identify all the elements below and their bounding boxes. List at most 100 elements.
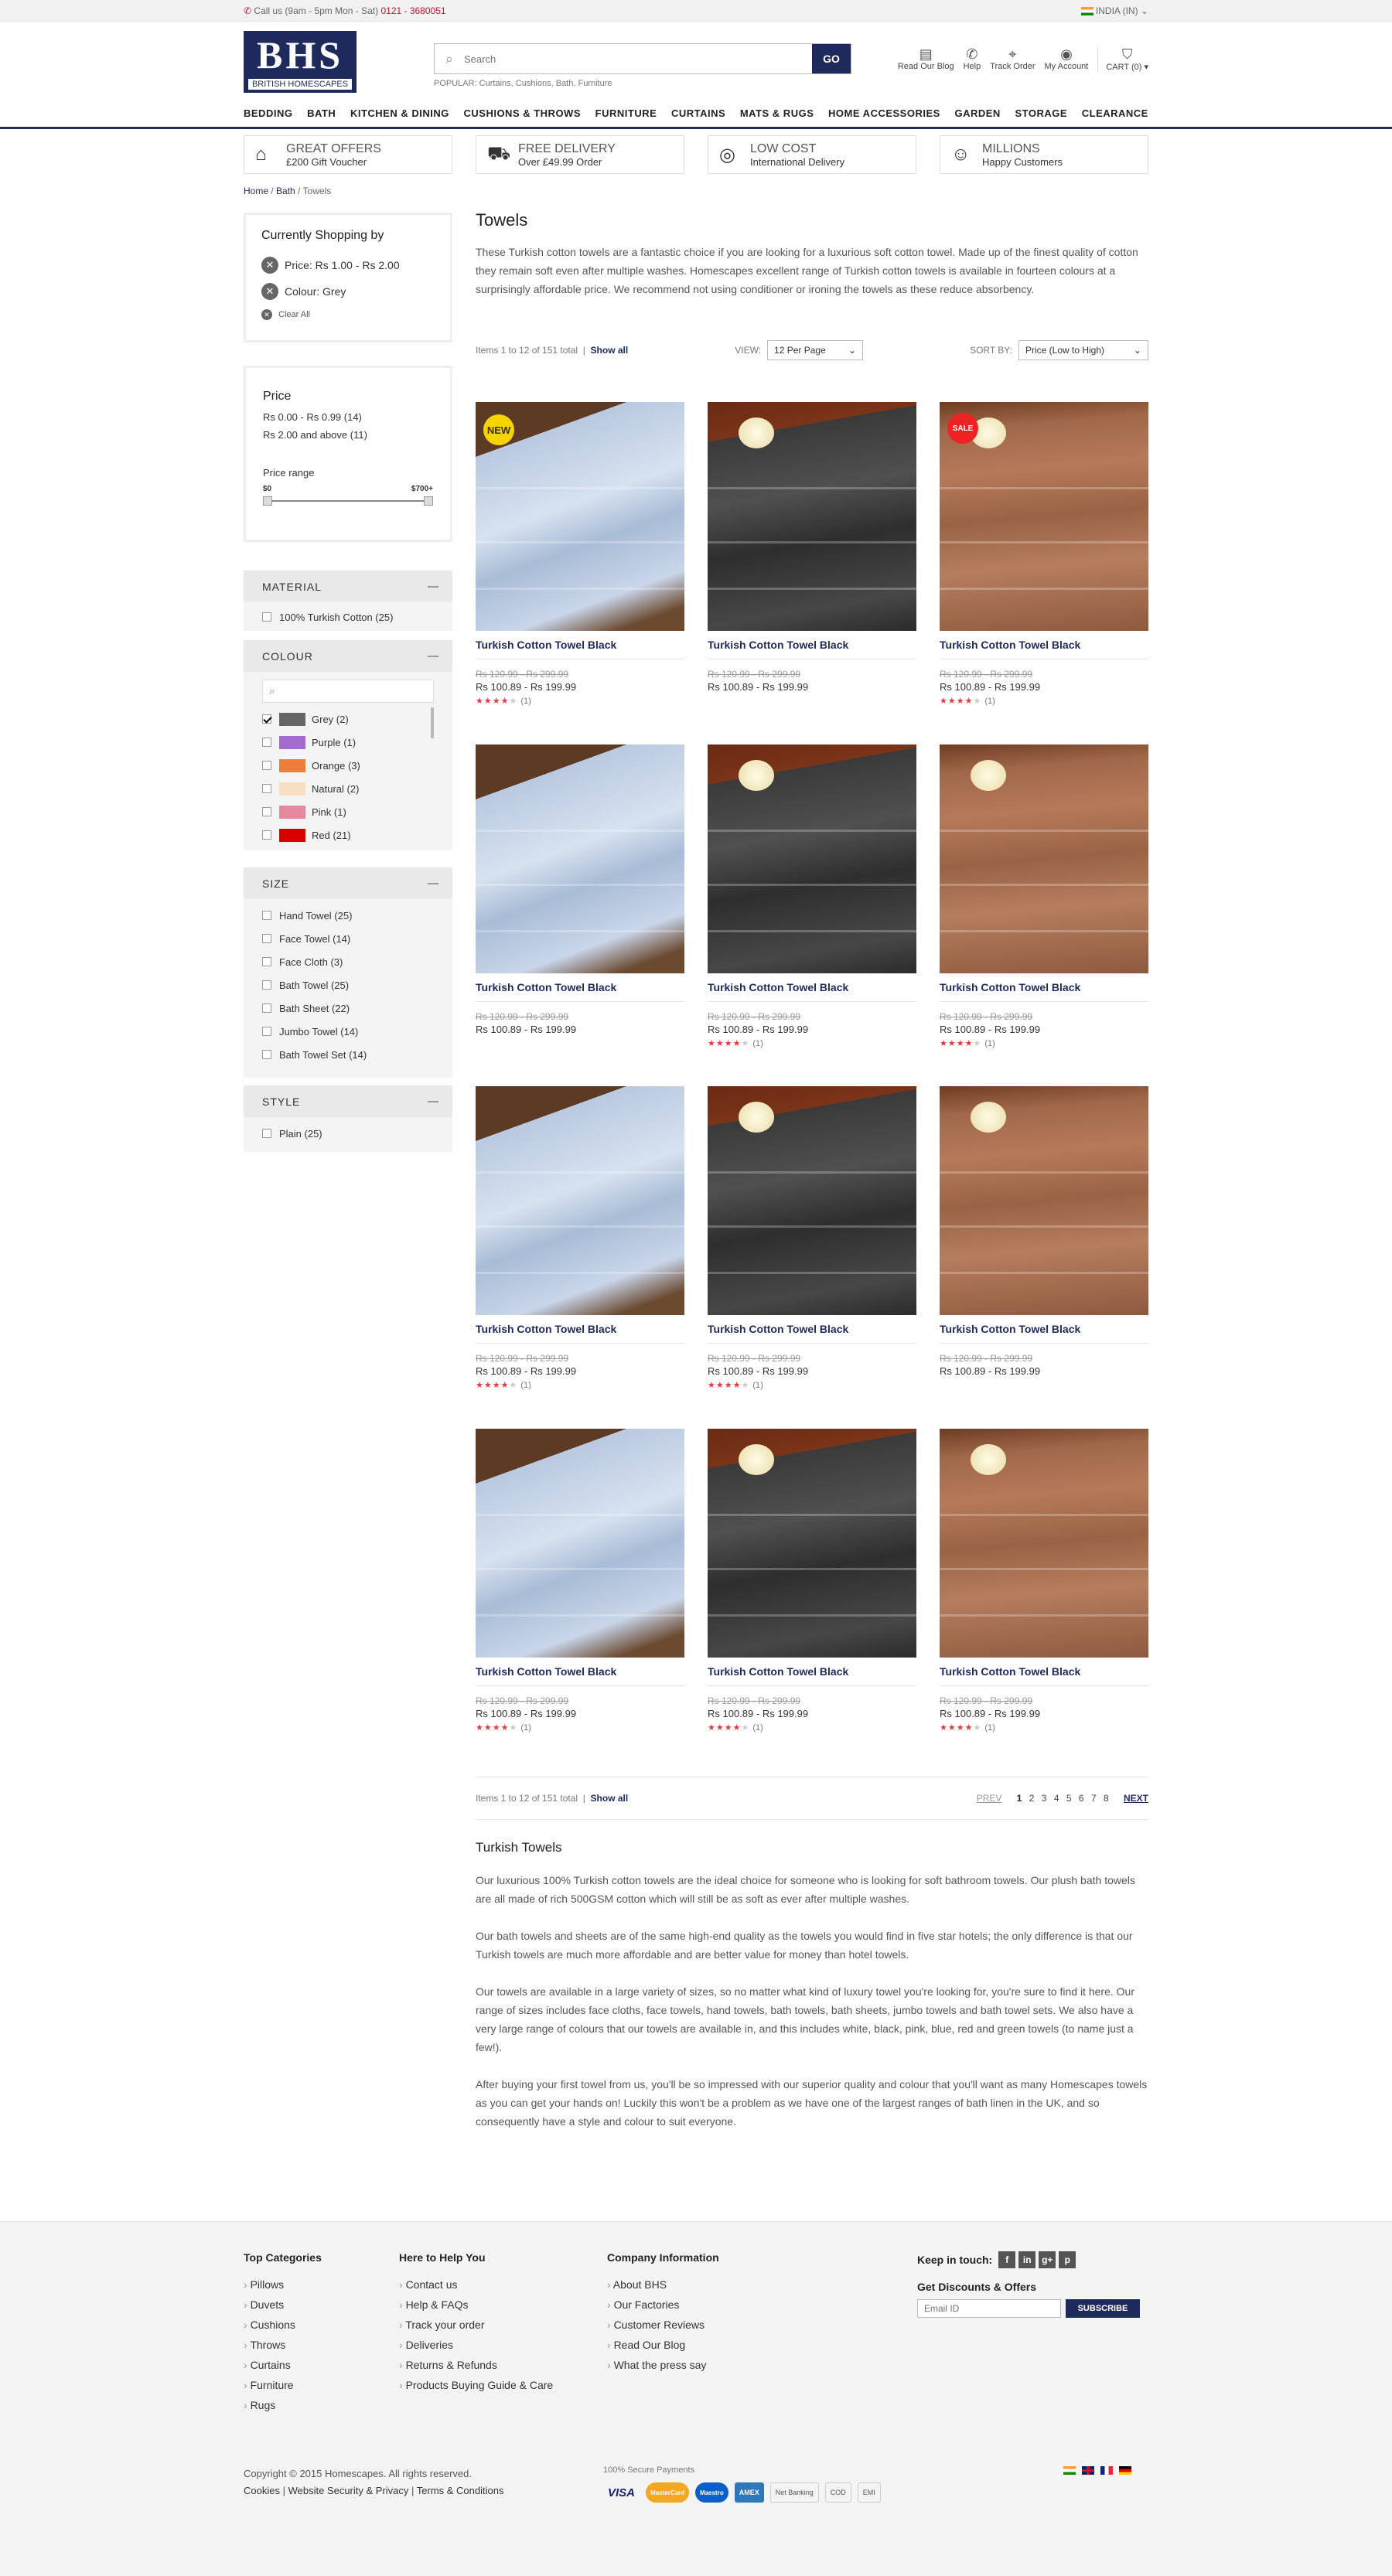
size-filter-header[interactable]: SIZE bbox=[244, 868, 452, 899]
colour-search-input[interactable]: ⌕ bbox=[262, 680, 434, 703]
cookies-link[interactable]: Cookies bbox=[244, 2485, 280, 2496]
product-card[interactable]: SALE Turkish Cotton Towel Black Rs 120.99 … bbox=[940, 402, 1148, 706]
product-card[interactable]: Turkish Cotton Towel Black Rs 120.99 - Rs… bbox=[708, 745, 916, 1048]
product-image[interactable] bbox=[476, 1429, 684, 1658]
price-option[interactable]: Rs 2.00 and above (11) bbox=[263, 429, 433, 441]
page-link[interactable]: 7 bbox=[1091, 1793, 1097, 1804]
phone-number[interactable]: 0121 - 3680051 bbox=[380, 5, 445, 16]
footer-link[interactable]: Products Buying Guide & Care bbox=[399, 2375, 554, 2395]
product-card[interactable]: Turkish Cotton Towel Black Rs 120.99 - Rs… bbox=[708, 1086, 916, 1390]
product-image[interactable] bbox=[940, 1086, 1148, 1315]
checkbox[interactable] bbox=[262, 1003, 271, 1013]
colour-option-red[interactable]: Red (21) bbox=[244, 823, 452, 847]
footer-link[interactable]: Customer Reviews bbox=[607, 2315, 719, 2335]
nav-clearance[interactable]: CLEARANCE bbox=[1082, 107, 1148, 119]
bhs-logo[interactable]: BHS BRITISH HOMESCAPES bbox=[244, 31, 357, 93]
blog-link[interactable]: ▤ Read Our Blog bbox=[898, 46, 954, 72]
checkbox[interactable] bbox=[262, 1027, 271, 1036]
footer-link[interactable]: Duvets bbox=[244, 2295, 322, 2315]
terms-link[interactable]: Terms & Conditions bbox=[417, 2485, 504, 2496]
checkbox[interactable] bbox=[262, 980, 271, 990]
footer-link[interactable]: Our Factories bbox=[607, 2295, 719, 2315]
product-name[interactable]: Turkish Cotton Towel Black bbox=[476, 1665, 684, 1686]
checkbox[interactable] bbox=[262, 830, 271, 840]
product-card[interactable]: Turkish Cotton Towel Black Rs 120.99 - Rs… bbox=[476, 1086, 684, 1390]
product-image[interactable] bbox=[708, 1086, 916, 1315]
product-name[interactable]: Turkish Cotton Towel Black bbox=[708, 981, 916, 1002]
product-card[interactable]: Turkish Cotton Towel Black Rs 120.99 - Rs… bbox=[476, 745, 684, 1035]
help-link[interactable]: ✆ Help bbox=[964, 46, 981, 72]
footer-link[interactable]: What the press say bbox=[607, 2355, 719, 2375]
remove-filter-icon[interactable]: ✕ bbox=[261, 283, 278, 300]
prev-page-link[interactable]: PREV bbox=[977, 1793, 1002, 1804]
checkbox[interactable] bbox=[262, 957, 271, 966]
show-all-link[interactable]: Show all bbox=[591, 1793, 629, 1804]
track-order-link[interactable]: ⌖ Track Order bbox=[990, 46, 1035, 72]
checkbox[interactable] bbox=[262, 714, 271, 724]
show-all-link[interactable]: Show all bbox=[591, 345, 629, 356]
product-image[interactable] bbox=[708, 402, 916, 631]
review-count[interactable]: (1) bbox=[752, 1039, 763, 1048]
review-count[interactable]: (1) bbox=[984, 697, 995, 706]
colour-list-scrollbar[interactable] bbox=[431, 707, 434, 738]
filter-option[interactable]: Face Towel (14) bbox=[244, 927, 452, 950]
page-link[interactable]: 5 bbox=[1066, 1793, 1072, 1804]
filter-option[interactable]: 100% Turkish Cotton (25) bbox=[244, 605, 452, 629]
colour-option-pink[interactable]: Pink (1) bbox=[244, 800, 452, 823]
footer-link[interactable]: Contact us bbox=[399, 2274, 553, 2295]
review-count[interactable]: (1) bbox=[520, 1723, 531, 1733]
uk-flag-icon[interactable] bbox=[1082, 2466, 1094, 2475]
product-name[interactable]: Turkish Cotton Towel Black bbox=[940, 981, 1148, 1002]
remove-filter-icon[interactable]: ✕ bbox=[261, 257, 278, 274]
nav-curtains[interactable]: CURTAINS bbox=[671, 107, 725, 119]
nav-cushions-throws[interactable]: CUSHIONS & THROWS bbox=[464, 107, 582, 119]
product-image[interactable] bbox=[476, 1086, 684, 1315]
usp-millions[interactable]: ☺ MILLIONS Happy Customers bbox=[940, 135, 1148, 174]
product-name[interactable]: Turkish Cotton Towel Black bbox=[476, 1323, 684, 1344]
product-name[interactable]: Turkish Cotton Towel Black bbox=[940, 1323, 1148, 1344]
product-card[interactable]: Turkish Cotton Towel Black Rs 120.99 - Rs… bbox=[940, 745, 1148, 1048]
colour-option-orange[interactable]: Orange (3) bbox=[244, 754, 452, 777]
sort-select[interactable]: Price (Low to High) ⌄ bbox=[1018, 340, 1148, 360]
filter-option[interactable]: Jumbo Towel (14) bbox=[244, 1020, 452, 1043]
page-link[interactable]: 1 bbox=[1017, 1793, 1022, 1804]
review-count[interactable]: (1) bbox=[520, 697, 531, 706]
usp-offers[interactable]: ⌂ GREAT OFFERS £200 Gift Voucher bbox=[244, 135, 452, 174]
search-go-button[interactable]: GO bbox=[812, 44, 851, 73]
product-card[interactable]: Turkish Cotton Towel Black Rs 120.99 - Rs… bbox=[476, 1429, 684, 1733]
nav-furniture[interactable]: FURNITURE bbox=[595, 107, 657, 119]
review-count[interactable]: (1) bbox=[752, 1723, 763, 1733]
filter-option[interactable]: Plain (25) bbox=[244, 1122, 452, 1145]
nav-garden[interactable]: GARDEN bbox=[954, 107, 1000, 119]
footer-link[interactable]: About BHS bbox=[607, 2274, 719, 2295]
product-card[interactable]: Turkish Cotton Towel Black Rs 120.99 - Rs… bbox=[708, 1429, 916, 1733]
footer-link[interactable]: Rugs bbox=[244, 2395, 322, 2415]
product-image[interactable] bbox=[476, 745, 684, 973]
slider-handle-min[interactable] bbox=[263, 496, 272, 506]
colour-option-natural[interactable]: Natural (2) bbox=[244, 777, 452, 800]
clear-all-link[interactable]: ✕ Clear All bbox=[261, 309, 435, 320]
product-image[interactable] bbox=[708, 1429, 916, 1658]
usp-low-cost[interactable]: ◎ LOW COST International Delivery bbox=[708, 135, 916, 174]
slider-handle-max[interactable] bbox=[424, 496, 433, 506]
footer-link[interactable]: Throws bbox=[244, 2335, 322, 2355]
nav-mats-rugs[interactable]: MATS & RUGS bbox=[740, 107, 814, 119]
nav-storage[interactable]: STORAGE bbox=[1015, 107, 1068, 119]
product-name[interactable]: Turkish Cotton Towel Black bbox=[708, 639, 916, 659]
checkbox[interactable] bbox=[262, 738, 271, 747]
colour-option-purple[interactable]: Purple (1) bbox=[244, 731, 452, 754]
filter-option[interactable]: Face Cloth (3) bbox=[244, 950, 452, 973]
style-filter-header[interactable]: STYLE bbox=[244, 1086, 452, 1117]
checkbox[interactable] bbox=[262, 934, 271, 943]
page-link[interactable]: 2 bbox=[1029, 1793, 1035, 1804]
page-link[interactable]: 6 bbox=[1079, 1793, 1084, 1804]
nav-bath[interactable]: BATH bbox=[307, 107, 336, 119]
footer-link[interactable]: Pillows bbox=[244, 2274, 322, 2295]
pinterest-icon[interactable]: p bbox=[1059, 2251, 1076, 2268]
material-filter-header[interactable]: MATERIAL bbox=[244, 571, 452, 602]
india-flag-icon[interactable] bbox=[1063, 2466, 1076, 2475]
footer-link[interactable]: Returns & Refunds bbox=[399, 2355, 553, 2375]
nav-kitchen-dining[interactable]: KITCHEN & DINING bbox=[350, 107, 449, 119]
filter-option[interactable]: Hand Towel (25) bbox=[244, 904, 452, 927]
review-count[interactable]: (1) bbox=[752, 1381, 763, 1390]
